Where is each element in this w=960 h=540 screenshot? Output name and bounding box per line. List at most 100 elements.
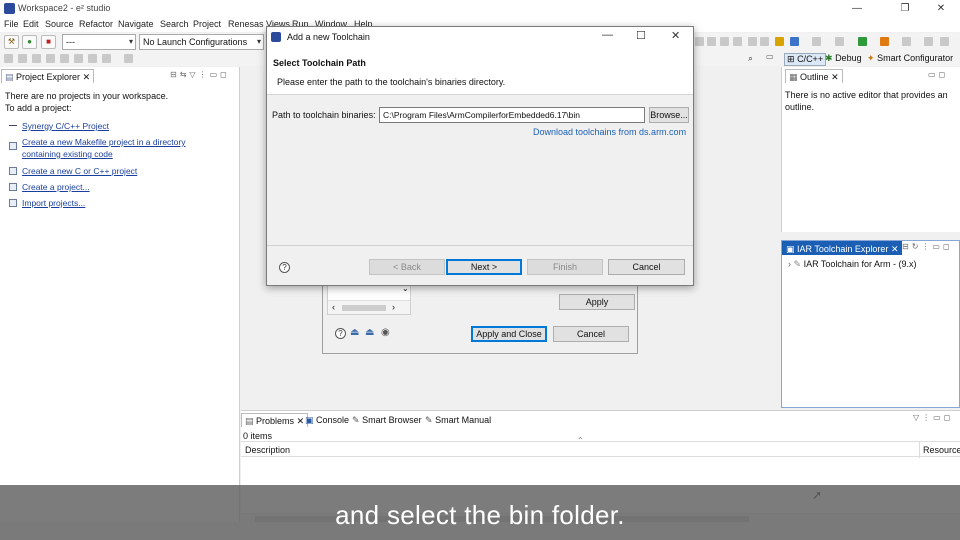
cancel-button[interactable]: Cancel [608, 259, 685, 275]
toolbar-tool-icon[interactable] [858, 37, 867, 46]
finish-button[interactable]: Finish [527, 259, 603, 275]
toolbar-tool-icon[interactable] [880, 37, 889, 46]
build-icon[interactable]: ⚒ [4, 35, 19, 49]
toolbar-tool-icon[interactable] [835, 37, 844, 46]
toolbar-tool-icon[interactable] [733, 37, 742, 46]
link-import-projects[interactable]: Import projects... [22, 198, 85, 208]
apply-and-close-button[interactable]: Apply and Close [471, 326, 547, 342]
toolbar-tool-icon[interactable] [812, 37, 821, 46]
collapse-all-icon[interactable]: ⊟ [170, 70, 180, 79]
column-description[interactable]: Description [245, 445, 290, 455]
toolbar-tool-icon[interactable] [902, 37, 911, 46]
preferences-tree-fragment[interactable]: ⌄ ‹ › [327, 281, 411, 315]
navigation-icon[interactable] [46, 54, 55, 63]
navigation-icon[interactable] [60, 54, 69, 63]
tab-project-explorer[interactable]: ▤ Project Explorer ✕ [1, 69, 95, 83]
toolbar-tool-icon[interactable] [720, 37, 729, 46]
toolbar-tool-icon[interactable] [695, 37, 704, 46]
menu-project[interactable]: Project [193, 19, 221, 29]
toolbar-tool-icon[interactable] [790, 37, 799, 46]
scrollbar-thumb[interactable] [342, 305, 386, 311]
perspective-cpp[interactable]: ⊞ C/C++ [784, 53, 827, 66]
minimize-icon[interactable]: ▭ [210, 70, 221, 79]
menu-source[interactable]: Source [45, 19, 74, 29]
minimize-icon[interactable]: ▭ [932, 242, 943, 251]
maximize-icon[interactable]: ◻ [943, 242, 953, 251]
help-icon[interactable]: ? [335, 328, 346, 339]
link-editor-icon[interactable]: ⇆ [180, 70, 190, 79]
tree-horizontal-scrollbar[interactable]: ‹ › [328, 300, 410, 314]
toolbar-tool-icon[interactable] [924, 37, 933, 46]
close-icon[interactable]: ✕ [83, 72, 91, 82]
menu-file[interactable]: File [4, 19, 19, 29]
navigation-icon[interactable] [124, 54, 133, 63]
close-dialog-icon[interactable]: ✕ [671, 29, 680, 42]
navigation-icon[interactable] [102, 54, 111, 63]
perspective-debug[interactable]: ✱ Debug [825, 53, 862, 64]
toolbar-tool-icon[interactable] [707, 37, 716, 46]
launch-configuration-combo[interactable]: No Launch Configurations ▾ [139, 34, 264, 50]
view-menu-icon[interactable]: ⋮ [921, 242, 932, 251]
launch-mode-combo[interactable]: --- ▾ [62, 34, 136, 50]
perspective-smart-configurator[interactable]: ✦ Smart Configurator [867, 53, 953, 64]
navigation-icon[interactable] [88, 54, 97, 63]
tab-iar-toolchain-explorer[interactable]: ▣ IAR Toolchain Explorer ✕ [782, 241, 903, 255]
run-icon[interactable]: ● [22, 35, 37, 49]
maximize-icon[interactable]: ◻ [220, 70, 230, 79]
preferences-cancel-button[interactable]: Cancel [553, 326, 629, 342]
next-button[interactable]: Next > [446, 259, 522, 275]
minimize-button[interactable]: — [842, 2, 872, 16]
menu-refactor[interactable]: Refactor [79, 19, 113, 29]
search-icon[interactable]: ⌕ [748, 53, 753, 64]
close-icon[interactable]: ✕ [891, 244, 899, 254]
record-icon[interactable]: ◉ [381, 327, 390, 338]
maximize-icon[interactable]: ◻ [939, 70, 949, 79]
menu-search[interactable]: Search [160, 19, 189, 29]
maximize-icon[interactable]: ◻ [944, 413, 954, 422]
help-icon[interactable]: ? [279, 262, 290, 273]
collapse-all-icon[interactable]: ⊟ [902, 242, 912, 251]
pencil-icon[interactable] [775, 37, 784, 46]
tree-item-iar-toolchain[interactable]: › ✎ IAR Toolchain for Arm - (9.x) [788, 259, 916, 270]
close-icon[interactable]: ✕ [831, 72, 839, 82]
download-toolchains-link[interactable]: Download toolchains from ds.arm.com [533, 127, 686, 137]
link-makefile-project-line2[interactable]: containing existing code [22, 149, 113, 159]
view-menu-icon[interactable]: ⋮ [922, 413, 933, 422]
navigation-icon[interactable] [74, 54, 83, 63]
link-makefile-project[interactable]: Create a new Makefile project in a direc… [22, 137, 185, 147]
navigation-icon[interactable] [4, 54, 13, 63]
column-resource[interactable]: Resource [923, 445, 960, 455]
tab-outline[interactable]: ▦ Outline ✕ [785, 69, 843, 83]
back-button[interactable]: < Back [369, 259, 445, 275]
menu-edit[interactable]: Edit [23, 19, 39, 29]
tab-smart-manual[interactable]: ✎ Smart Manual [425, 415, 491, 426]
filter-icon[interactable]: ▽ [189, 70, 198, 79]
scroll-right-icon[interactable]: › [392, 302, 395, 312]
tab-console[interactable]: ▣ Console [305, 415, 349, 426]
refresh-icon[interactable]: ↻ [912, 242, 922, 251]
filter-icon[interactable]: ▽ [913, 413, 922, 422]
menu-navigate[interactable]: Navigate [118, 19, 154, 29]
close-window-button[interactable]: ✕ [926, 2, 956, 16]
minimize-view-icon[interactable]: ▭ [766, 52, 774, 61]
tab-smart-browser[interactable]: ✎ Smart Browser [352, 415, 422, 426]
apply-button[interactable]: Apply [559, 294, 635, 310]
close-icon[interactable]: ✕ [297, 416, 305, 426]
tab-problems[interactable]: ▤ Problems ✕ [241, 413, 309, 427]
scroll-left-icon[interactable]: ‹ [332, 302, 335, 312]
toolbar-tool-icon[interactable] [940, 37, 949, 46]
chevron-right-icon[interactable]: › [788, 259, 791, 269]
export-preferences-icon[interactable]: ⏏ [365, 327, 374, 338]
view-menu-icon[interactable]: ⋮ [199, 70, 210, 79]
link-create-project[interactable]: Create a project... [22, 182, 90, 192]
minimize-dialog-icon[interactable]: — [602, 29, 613, 41]
toolbar-tool-icon[interactable] [760, 37, 769, 46]
minimize-icon[interactable]: ▭ [928, 70, 939, 79]
import-preferences-icon[interactable]: ⏏ [350, 327, 359, 338]
navigation-icon[interactable] [18, 54, 27, 63]
toolchain-path-input[interactable]: C:\Program Files\ArmCompilerforEmbedded6… [379, 107, 645, 123]
link-new-c-project[interactable]: Create a new C or C++ project [22, 166, 137, 176]
link-synergy-project[interactable]: Synergy C/C++ Project [22, 121, 109, 131]
maximize-dialog-icon[interactable]: ☐ [636, 29, 646, 42]
navigation-icon[interactable] [32, 54, 41, 63]
